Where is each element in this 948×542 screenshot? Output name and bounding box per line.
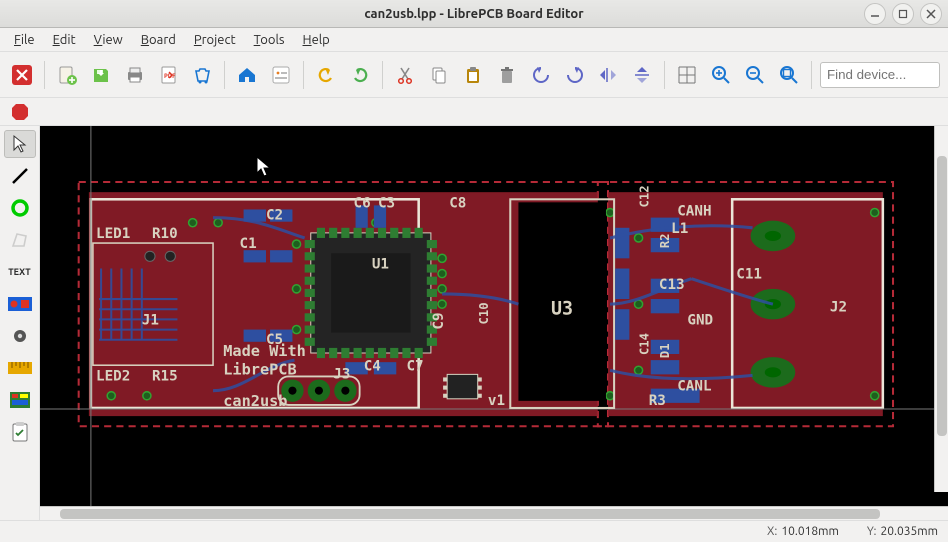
tool-add-hole[interactable] — [4, 322, 36, 350]
menu-help[interactable]: Help — [295, 30, 338, 50]
rotate-cw-button[interactable] — [561, 60, 589, 90]
board-view: LED1 R10 LED2 R15 J1 C2 C1 C5 C6 C3 C8 U… — [40, 126, 948, 506]
main-area: TEXT — [0, 126, 948, 520]
menu-project[interactable]: Project — [186, 30, 244, 50]
svg-text:U1: U1 — [372, 257, 389, 273]
svg-text:R15: R15 — [152, 368, 178, 384]
svg-text:C8: C8 — [449, 195, 466, 211]
scrollbar-horizontal[interactable] — [40, 506, 948, 520]
close-button[interactable] — [920, 3, 942, 25]
menu-view[interactable]: View — [86, 30, 131, 50]
zoom-in-button[interactable] — [707, 60, 735, 90]
svg-text:D1: D1 — [658, 343, 672, 358]
toolbar: PDF — [0, 52, 948, 98]
mirror-v-button[interactable] — [628, 60, 656, 90]
window-title: can2usb.lpp - LibrePCB Board Editor — [364, 7, 583, 21]
status-x: X:10.018mm — [767, 525, 839, 538]
svg-text:C10: C10 — [477, 302, 491, 324]
svg-text:C1: C1 — [240, 236, 257, 252]
save-button[interactable] — [87, 60, 115, 90]
silk-text-line: Made With — [223, 342, 306, 360]
svg-text:C13: C13 — [659, 277, 685, 293]
cut-button[interactable] — [391, 60, 419, 90]
home-button[interactable] — [233, 60, 261, 90]
svg-text:v1: v1 — [488, 393, 505, 409]
svg-text:C2: C2 — [266, 208, 283, 224]
redo-button[interactable] — [346, 60, 374, 90]
tool-add-via[interactable] — [4, 194, 36, 222]
menu-edit[interactable]: Edit — [45, 30, 84, 50]
svg-text:LED1: LED1 — [96, 226, 130, 242]
svg-text:U3: U3 — [551, 298, 573, 319]
svg-text:CANL: CANL — [677, 379, 712, 395]
zoom-fit-button[interactable] — [775, 60, 803, 90]
svg-text:J1: J1 — [142, 312, 159, 328]
canvas-wrap: LED1 R10 LED2 R15 J1 C2 C1 C5 C6 C3 C8 U… — [40, 126, 948, 520]
control-panel-button[interactable] — [267, 60, 295, 90]
svg-text:L1: L1 — [671, 221, 688, 237]
zoom-out-button[interactable] — [741, 60, 769, 90]
undo-button[interactable] — [312, 60, 340, 90]
tool-draw-plane[interactable] — [4, 290, 36, 318]
order-pcb-button[interactable] — [189, 60, 217, 90]
svg-text:CANH: CANH — [677, 204, 711, 220]
svg-text:C7: C7 — [406, 358, 423, 374]
menu-file[interactable]: File — [6, 30, 43, 50]
menu-board[interactable]: Board — [133, 30, 184, 50]
mirror-h-button[interactable] — [595, 60, 623, 90]
svg-text:R10: R10 — [152, 226, 178, 242]
delete-button[interactable] — [493, 60, 521, 90]
svg-text:J2: J2 — [830, 299, 847, 315]
titlebar: can2usb.lpp - LibrePCB Board Editor — [0, 0, 948, 28]
svg-text:R3: R3 — [649, 393, 666, 409]
svg-text:R2: R2 — [658, 233, 672, 248]
close-project-button[interactable] — [8, 60, 36, 90]
board-canvas[interactable]: LED1 R10 LED2 R15 J1 C2 C1 C5 C6 C3 C8 U… — [40, 126, 948, 506]
svg-text:J3: J3 — [333, 366, 350, 382]
tool-layers[interactable] — [4, 386, 36, 414]
tool-measure[interactable] — [4, 354, 36, 382]
svg-text:GND: GND — [687, 312, 713, 328]
silk-text-line: LibrePCB — [223, 360, 296, 378]
tool-select[interactable] — [4, 130, 36, 158]
svg-text:LED2: LED2 — [96, 368, 130, 384]
new-board-button[interactable] — [53, 60, 81, 90]
silk-text-line: can2usb — [223, 392, 287, 410]
tool-drc[interactable] — [4, 418, 36, 446]
paste-button[interactable] — [459, 60, 487, 90]
scrollbar-vertical[interactable] — [934, 126, 948, 492]
toolbar-secondary — [0, 98, 948, 126]
find-device-input[interactable] — [820, 62, 940, 88]
menubar: File Edit View Board Project Tools Help — [0, 28, 948, 52]
left-toolbar: TEXT — [0, 126, 40, 520]
svg-text:C14: C14 — [638, 333, 652, 355]
print-button[interactable] — [121, 60, 149, 90]
tool-add-text[interactable]: TEXT — [4, 258, 36, 286]
grid-button[interactable] — [673, 60, 701, 90]
svg-text:C6: C6 — [354, 195, 371, 211]
svg-text:C3: C3 — [378, 195, 395, 211]
tool-draw-trace[interactable] — [4, 162, 36, 190]
copy-button[interactable] — [425, 60, 453, 90]
menu-tools[interactable]: Tools — [246, 30, 293, 50]
status-y: Y:20.035mm — [867, 525, 938, 538]
tool-draw-polygon[interactable] — [4, 226, 36, 254]
maximize-button[interactable] — [892, 3, 914, 25]
statusbar: X:10.018mm Y:20.035mm — [0, 520, 948, 542]
svg-text:C11: C11 — [736, 267, 762, 283]
abort-button[interactable] — [8, 100, 32, 124]
svg-text:C9: C9 — [431, 312, 447, 329]
rotate-ccw-button[interactable] — [527, 60, 555, 90]
svg-text:C12: C12 — [638, 185, 652, 207]
export-pdf-button[interactable]: PDF — [155, 60, 183, 90]
svg-text:C4: C4 — [364, 358, 381, 374]
minimize-button[interactable] — [864, 3, 886, 25]
